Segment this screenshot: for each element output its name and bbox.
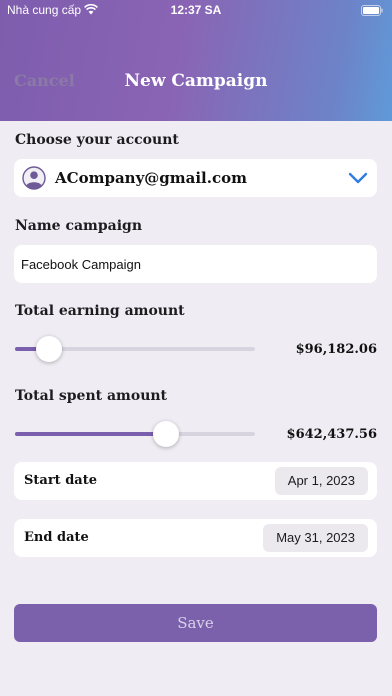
slider-fill xyxy=(15,432,167,436)
account-section-label: Choose your account xyxy=(15,132,179,148)
clock: 12:37 SA xyxy=(170,3,222,17)
slider-thumb[interactable] xyxy=(35,336,62,362)
spent-label: Total spent amount xyxy=(15,388,168,404)
earning-slider[interactable] xyxy=(15,335,255,363)
end-date-row: End date May 31, 2023 xyxy=(14,519,377,557)
spent-amount: $642,437.56 xyxy=(286,427,377,442)
earning-label: Total earning amount xyxy=(15,303,185,319)
campaign-name-label: Name campaign xyxy=(15,218,143,234)
save-button[interactable]: Save xyxy=(14,604,377,642)
end-date-picker[interactable]: May 31, 2023 xyxy=(263,524,368,552)
slider-thumb[interactable] xyxy=(153,421,180,447)
account-selector[interactable]: ACompany@gmail.com xyxy=(14,159,377,197)
status-bar: Nhà cung cấp 12:37 SA xyxy=(0,0,392,22)
battery-icon xyxy=(361,5,383,16)
chevron-down-icon[interactable] xyxy=(348,171,368,185)
start-date-picker[interactable]: Apr 1, 2023 xyxy=(274,467,368,495)
account-email: ACompany@gmail.com xyxy=(55,169,247,187)
page-title: New Campaign xyxy=(124,71,268,91)
campaign-name-card xyxy=(14,245,377,283)
earning-amount: $96,182.06 xyxy=(295,342,377,357)
end-date-label: End date xyxy=(24,530,89,545)
start-date-label: Start date xyxy=(24,473,97,488)
start-date-row: Start date Apr 1, 2023 xyxy=(14,462,377,500)
spent-slider[interactable] xyxy=(15,420,255,448)
campaign-name-input[interactable] xyxy=(21,245,371,283)
header: Nhà cung cấp 12:37 SA Cancel New Campaig… xyxy=(0,0,392,121)
avatar-icon xyxy=(22,166,46,190)
